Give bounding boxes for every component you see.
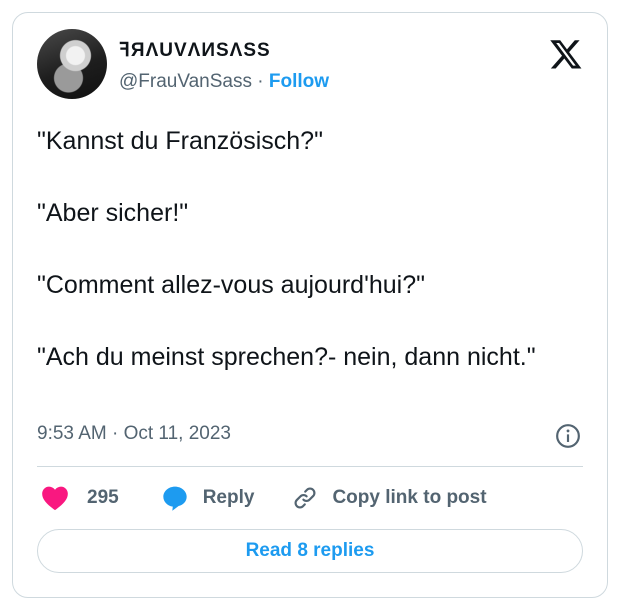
tweet-line: "Comment allez-vous aujourd'hui?": [37, 271, 425, 299]
heart-icon: [42, 486, 68, 511]
author-display-name[interactable]: ꟻЯΛUVΛИSΛSS: [119, 39, 271, 62]
tweet-line: "Ach du meinst sprechen?- nein, dann nic…: [37, 343, 536, 371]
like-button[interactable]: 295: [41, 485, 119, 511]
author-handle-row: @FrauVanSass · Follow: [119, 71, 329, 93]
read-replies-button[interactable]: Read 8 replies: [37, 529, 583, 573]
reply-label: Reply: [202, 487, 255, 508]
link-icon: [294, 487, 316, 509]
author-handle[interactable]: @FrauVanSass: [119, 71, 252, 92]
tweet-text: "Kannst du Französisch?" "Aber sicher!" …: [37, 123, 587, 375]
divider: [37, 466, 583, 467]
reply-bubble-icon: [163, 486, 187, 511]
reply-button[interactable]: Reply: [161, 484, 255, 512]
follow-link[interactable]: Follow: [269, 71, 329, 92]
info-icon[interactable]: [555, 423, 581, 449]
copy-link-button[interactable]: Copy link to post: [292, 485, 487, 511]
x-logo-icon[interactable]: [549, 37, 583, 71]
like-count: 295: [87, 487, 119, 508]
tweet-line: "Kannst du Französisch?": [37, 127, 323, 155]
tweet-card: ꟻЯΛUVΛИSΛSS @FrauVanSass · Follow "Kanns…: [12, 12, 608, 598]
action-bar: 295 Reply Copy link to post: [37, 483, 487, 513]
copy-link-label: Copy link to post: [332, 487, 487, 508]
tweet-line: "Aber sicher!": [37, 199, 189, 227]
tweet-timestamp[interactable]: 9:53 AM · Oct 11, 2023: [37, 423, 231, 445]
avatar[interactable]: [37, 29, 107, 99]
handle-separator: ·: [257, 71, 264, 92]
